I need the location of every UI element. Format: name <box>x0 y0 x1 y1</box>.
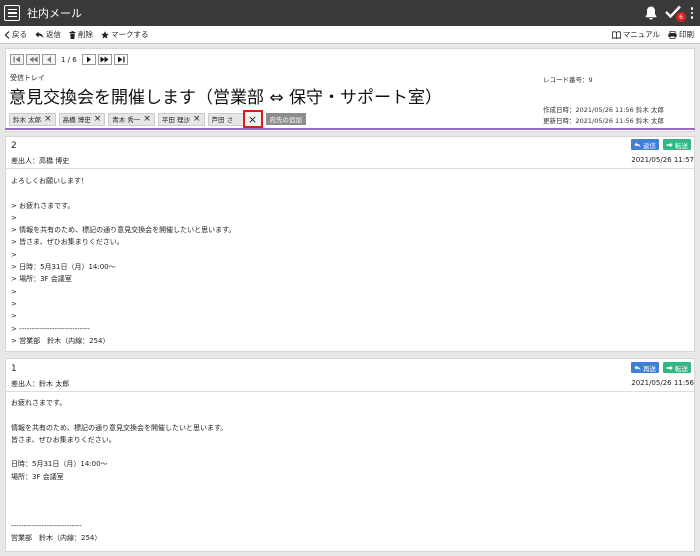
chevron-left-icon <box>4 30 10 39</box>
recipient-name: 鈴木 太郎 <box>13 116 42 124</box>
first-page-button[interactable] <box>10 54 24 65</box>
page-indicator: 1 / 6 <box>61 55 77 64</box>
header-divider <box>5 128 695 130</box>
app-title: 社内メール <box>27 7 82 20</box>
back-button[interactable]: 戻る <box>4 29 27 40</box>
message-number: 1 <box>11 364 17 374</box>
prev-page-button[interactable] <box>42 54 56 65</box>
reply-icon <box>35 31 44 38</box>
message-divider <box>5 391 695 392</box>
recipient-list: 鈴木 太郎 × 高橋 博史 × 青木 秀一 × 平田 理沙 × 芦田 さ × 宛… <box>9 110 306 128</box>
more-options-icon[interactable] <box>690 7 694 19</box>
trash-icon <box>69 30 76 39</box>
fast-forward-icon <box>100 56 109 63</box>
print-label: 印刷 <box>679 30 694 39</box>
message-sender: 差出人：鈴木 太郎 <box>11 380 70 388</box>
recipient-name: 平田 理沙 <box>161 116 190 124</box>
rewind-icon <box>29 56 37 63</box>
resend-label: 再送 <box>643 364 656 373</box>
recipient-chip: 高橋 博史 × <box>58 112 106 126</box>
message-body: お疲れさまです。 情報を共有のため、標記の通り意見交換会を開催したいと思います。… <box>11 399 228 543</box>
reply-button[interactable]: 返信 <box>631 139 659 150</box>
pager: 1 / 6 <box>10 54 128 65</box>
star-icon <box>101 30 109 39</box>
fast-forward-button[interactable] <box>97 54 112 65</box>
recipient-chip: 芦田 さ <box>207 112 244 126</box>
forward-label: 転送 <box>675 364 688 373</box>
reply-button[interactable]: 返信 <box>35 29 61 40</box>
notification-badge: 6 <box>676 12 686 22</box>
updated-at: 更新日時：2021/05/26 11:56 鈴木 太郎 <box>543 117 664 125</box>
prev-icon <box>47 56 51 63</box>
first-page-icon <box>13 56 20 63</box>
forward-arrow-icon <box>666 365 673 370</box>
message-date: 2021/05/26 11:57 <box>631 156 694 164</box>
delete-button[interactable]: 削除 <box>69 29 93 40</box>
delete-label: 削除 <box>78 30 93 39</box>
manual-label: マニュアル <box>622 30 660 39</box>
menu-icon[interactable] <box>4 5 20 21</box>
folder-label: 受信トレイ <box>10 74 45 82</box>
next-icon <box>86 56 91 63</box>
last-page-icon <box>117 56 125 63</box>
recipient-chip: 青木 秀一 × <box>108 112 155 126</box>
recipient-name: 芦田 さ <box>211 116 234 124</box>
forward-button[interactable]: 転送 <box>663 362 691 373</box>
bell-icon[interactable] <box>644 5 658 21</box>
print-button[interactable]: 印刷 <box>668 29 694 40</box>
top-bar: 社内メール 6 <box>0 0 700 26</box>
message-body: よろしくお願いします！ > お疲れさまです。 > > 情報を共有のため、標記の通… <box>11 177 236 345</box>
recipient-name: 高橋 博史 <box>62 116 91 124</box>
forward-arrow-icon <box>666 142 673 147</box>
manual-button[interactable]: マニュアル <box>611 29 660 40</box>
add-destination-button[interactable]: 宛先の追加 <box>265 113 306 125</box>
remove-recipient-icon[interactable]: × <box>94 114 102 124</box>
resend-button[interactable]: 再送 <box>631 362 659 373</box>
task-check-icon[interactable]: 6 <box>664 4 686 22</box>
remove-recipient-icon-highlighted[interactable]: × <box>242 110 263 128</box>
mail-subject: 意見交換会を開催します（営業部 ⇔ 保守・サポート室） <box>9 88 443 108</box>
remove-recipient-icon[interactable]: × <box>143 114 151 124</box>
book-icon <box>611 30 621 39</box>
reply-label: 返信 <box>643 141 656 150</box>
printer-icon <box>668 30 677 39</box>
forward-button[interactable]: 転送 <box>663 139 691 150</box>
reply-label: 返信 <box>46 30 61 39</box>
record-number: レコード番号：9 <box>543 76 593 84</box>
toolbar: 戻る 返信 削除 マークする マニュアル 印刷 <box>0 26 700 44</box>
reply-icon <box>634 141 641 147</box>
message-date: 2021/05/26 11:56 <box>631 379 694 387</box>
message-sender: 差出人：高橋 博史 <box>11 157 70 165</box>
remove-recipient-icon[interactable]: × <box>193 114 201 124</box>
next-page-button[interactable] <box>81 54 96 65</box>
recipient-chip: 平田 理沙 × <box>157 112 205 126</box>
back-label: 戻る <box>12 30 27 39</box>
last-page-button[interactable] <box>113 54 128 65</box>
mark-label: マークする <box>111 30 149 39</box>
forward-label: 転送 <box>675 141 688 150</box>
mark-button[interactable]: マークする <box>101 29 149 40</box>
reply-icon <box>634 364 641 370</box>
message-divider <box>5 168 695 169</box>
recipient-chip: 鈴木 太郎 × <box>9 112 56 126</box>
remove-recipient-icon[interactable]: × <box>44 114 52 124</box>
rewind-button[interactable] <box>26 54 40 65</box>
message-number: 2 <box>11 141 17 151</box>
created-at: 作成日時：2021/05/26 11:56 鈴木 太郎 <box>543 106 664 114</box>
recipient-name: 青木 秀一 <box>112 116 141 124</box>
